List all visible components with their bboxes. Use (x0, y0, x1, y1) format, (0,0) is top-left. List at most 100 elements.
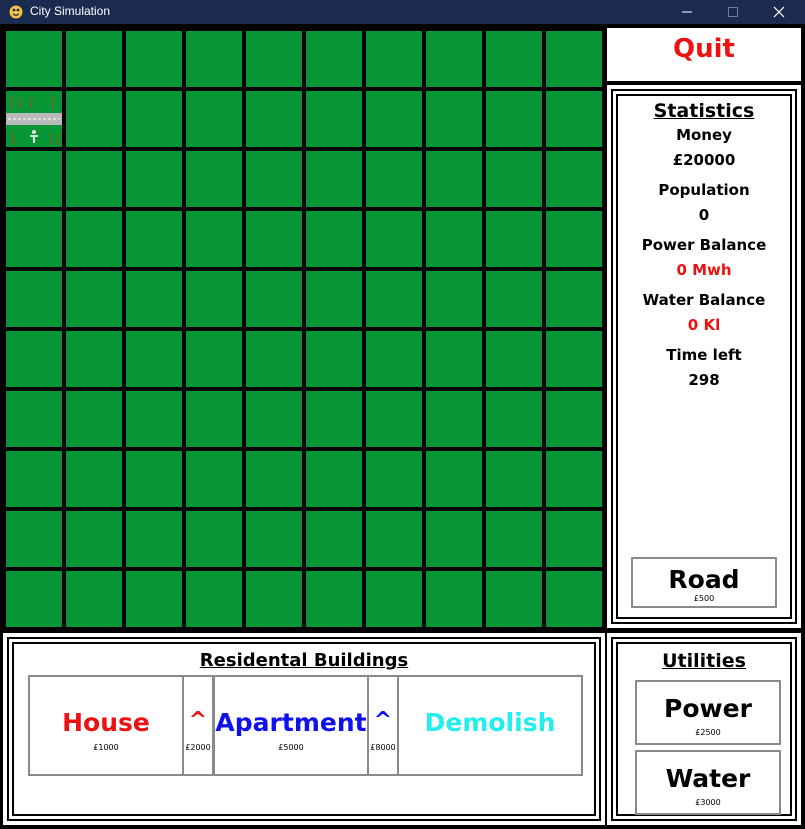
close-button[interactable] (756, 0, 802, 24)
grid-cell[interactable] (366, 151, 422, 207)
grid-cell[interactable] (186, 31, 242, 87)
grid-cell[interactable] (66, 451, 122, 507)
grid-cell[interactable] (546, 391, 602, 447)
grid-cell[interactable] (126, 331, 182, 387)
grid-cell[interactable] (426, 91, 482, 147)
grid-cell[interactable] (306, 451, 362, 507)
grid-cell[interactable] (426, 151, 482, 207)
grid-cell[interactable] (66, 151, 122, 207)
grid-cell[interactable] (306, 271, 362, 327)
grid-cell[interactable] (66, 31, 122, 87)
grid-cell[interactable] (126, 271, 182, 327)
grid-cell[interactable] (306, 511, 362, 567)
grid-cell[interactable] (246, 151, 302, 207)
grid-cell[interactable] (426, 31, 482, 87)
grid-cell[interactable] (246, 391, 302, 447)
grid-cell[interactable] (546, 331, 602, 387)
grid-cell[interactable] (546, 271, 602, 327)
grid-cell[interactable] (246, 91, 302, 147)
grid-cell[interactable] (306, 91, 362, 147)
grid-cell[interactable] (366, 331, 422, 387)
grid-cell[interactable] (6, 511, 62, 567)
grid-cell[interactable] (546, 211, 602, 267)
grid-cell[interactable] (486, 331, 542, 387)
grid-cell[interactable] (6, 451, 62, 507)
grid-cell[interactable] (6, 331, 62, 387)
grid-cell[interactable] (486, 451, 542, 507)
grid-cell[interactable] (366, 571, 422, 627)
grid-cell[interactable] (126, 391, 182, 447)
grid-cell[interactable] (66, 91, 122, 147)
grid-cell[interactable] (366, 91, 422, 147)
grid-cell[interactable] (126, 511, 182, 567)
grid-cell[interactable] (6, 571, 62, 627)
grid-cell[interactable] (546, 451, 602, 507)
grid-cell[interactable] (126, 451, 182, 507)
grid-cell[interactable] (426, 451, 482, 507)
grid-cell[interactable] (366, 451, 422, 507)
grid-cell[interactable] (486, 211, 542, 267)
grid-cell[interactable] (6, 151, 62, 207)
grid-cell[interactable] (246, 271, 302, 327)
grid-cell[interactable] (426, 571, 482, 627)
house-button[interactable]: House £1000 (28, 675, 184, 776)
grid-cell[interactable] (306, 571, 362, 627)
grid-cell[interactable] (486, 31, 542, 87)
grid-cell[interactable] (126, 151, 182, 207)
water-button[interactable]: Water £3000 (635, 750, 781, 815)
grid-cell[interactable] (366, 511, 422, 567)
grid-cell[interactable] (126, 91, 182, 147)
grid-cell[interactable] (366, 211, 422, 267)
grid-cell[interactable] (66, 331, 122, 387)
grid-cell[interactable] (426, 271, 482, 327)
grid-cell[interactable] (546, 31, 602, 87)
grid-cell[interactable] (426, 331, 482, 387)
grid-cell[interactable] (486, 151, 542, 207)
grid-cell[interactable] (186, 451, 242, 507)
grid-cell[interactable] (246, 211, 302, 267)
grid-cell[interactable] (126, 31, 182, 87)
grid-cell[interactable] (486, 511, 542, 567)
house-upgrade-button[interactable]: ^ £2000 (182, 675, 214, 776)
grid-cell[interactable] (426, 511, 482, 567)
grid-cell[interactable] (246, 31, 302, 87)
grid-cell[interactable] (366, 271, 422, 327)
grid-cell[interactable] (306, 151, 362, 207)
minimize-button[interactable] (664, 0, 710, 24)
grid-cell[interactable] (486, 391, 542, 447)
grid-cell[interactable] (366, 31, 422, 87)
grid-cell[interactable] (66, 511, 122, 567)
grid-cell[interactable] (246, 331, 302, 387)
grid-cell[interactable] (546, 91, 602, 147)
grid-cell[interactable] (6, 31, 62, 87)
grid-cell[interactable] (66, 571, 122, 627)
grid-cell[interactable] (66, 211, 122, 267)
grid-cell-park[interactable] (6, 91, 62, 147)
grid-cell[interactable] (486, 91, 542, 147)
grid-cell[interactable] (246, 571, 302, 627)
grid-cell[interactable] (186, 211, 242, 267)
demolish-button[interactable]: Demolish (397, 675, 583, 776)
quit-button[interactable]: Quit (607, 28, 801, 81)
grid-cell[interactable] (486, 571, 542, 627)
grid-cell[interactable] (186, 331, 242, 387)
grid-cell[interactable] (186, 271, 242, 327)
grid-cell[interactable] (306, 331, 362, 387)
grid-cell[interactable] (6, 211, 62, 267)
road-button[interactable]: Road £500 (631, 557, 777, 608)
grid-cell[interactable] (6, 271, 62, 327)
apartment-upgrade-button[interactable]: ^ £8000 (367, 675, 399, 776)
grid-cell[interactable] (66, 391, 122, 447)
grid-cell[interactable] (366, 391, 422, 447)
grid-cell[interactable] (426, 211, 482, 267)
grid-cell[interactable] (546, 571, 602, 627)
grid-cell[interactable] (486, 271, 542, 327)
grid-cell[interactable] (66, 271, 122, 327)
grid-cell[interactable] (546, 511, 602, 567)
power-button[interactable]: Power £2500 (635, 680, 781, 745)
maximize-button[interactable] (710, 0, 756, 24)
grid-cell[interactable] (186, 151, 242, 207)
grid-cell[interactable] (186, 91, 242, 147)
grid-cell[interactable] (546, 151, 602, 207)
grid-cell[interactable] (6, 391, 62, 447)
